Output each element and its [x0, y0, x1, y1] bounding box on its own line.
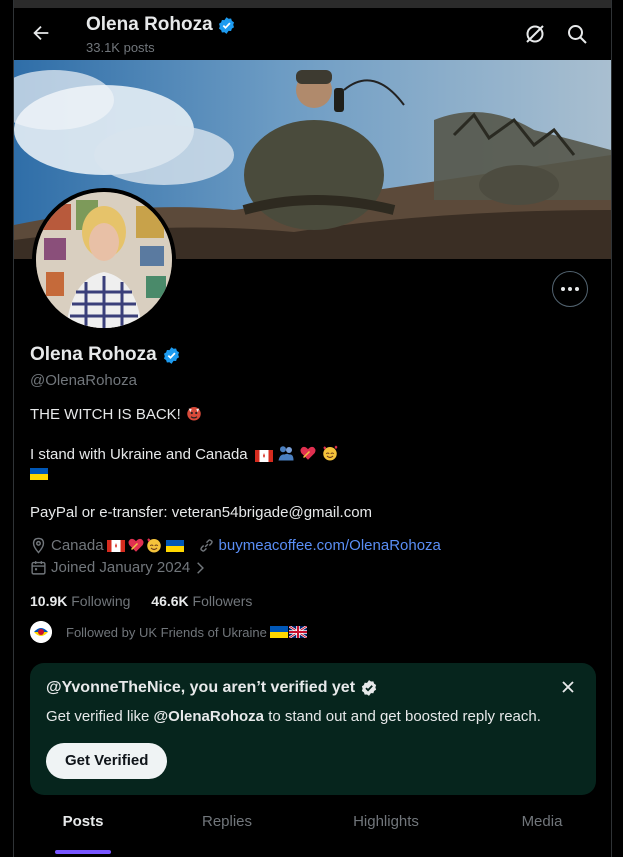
ogre-emoji-icon: [187, 407, 201, 421]
active-tab-indicator: [55, 850, 111, 854]
profile-avatar[interactable]: [32, 188, 176, 332]
verify-card-title: @YvonneTheNice, you aren’t verified yet: [46, 679, 378, 697]
people-hugging-emoji-icon: [278, 446, 294, 461]
verify-prompt-card: @YvonneTheNice, you aren’t verified yet …: [30, 663, 596, 795]
calendar-icon: [31, 561, 46, 575]
bio-line: [30, 464, 48, 481]
bio-line: THE WITCH IS BACK!: [30, 404, 203, 423]
dot-icon: [568, 287, 572, 291]
follow-stats: 10.9K Following 46.6K Followers: [30, 593, 252, 609]
header-name: Olena Rohoza: [86, 14, 236, 36]
heart-ribbon-emoji-icon: [127, 538, 144, 552]
right-border: [611, 0, 623, 857]
followers-link[interactable]: 46.6K Followers: [151, 593, 252, 609]
get-verified-button[interactable]: Get Verified: [46, 743, 168, 779]
bio-line: PayPal or e-transfer: veteran54brigade@g…: [30, 504, 373, 521]
dot-icon: [575, 287, 579, 291]
window-top-bar: [0, 0, 623, 8]
tab-media[interactable]: Media: [509, 802, 575, 857]
website-link[interactable]: buymeacoffee.com/OlenaRohoza: [219, 537, 441, 554]
bio-line: I stand with Ukraine and Canada: [30, 444, 339, 463]
back-arrow-icon[interactable]: [30, 22, 52, 44]
canada-flag-icon: [254, 449, 273, 463]
verified-badge-icon: [218, 16, 234, 34]
ukraine-flag-icon: [269, 626, 288, 638]
heart-ribbon-emoji-icon: [300, 446, 316, 460]
avatar-photo: [36, 192, 172, 328]
close-icon[interactable]: [558, 677, 578, 697]
smiling-hearts-emoji-icon: [323, 445, 338, 461]
ukraine-flag-icon: [165, 539, 184, 552]
more-options-button[interactable]: [552, 271, 588, 307]
followed-by-row[interactable]: Followed by UK Friends of Ukraine: [30, 621, 308, 643]
canada-flag-icon: [106, 539, 125, 552]
tab-posts[interactable]: Posts: [55, 802, 111, 857]
joined-text: Joined January 2024: [51, 559, 191, 576]
left-border: [0, 0, 14, 857]
profile-name: Olena Rohoza: [30, 344, 181, 366]
search-icon[interactable]: [565, 22, 589, 46]
profile-column: Olena Rohoza 33.1K posts Olena Rohoza @O…: [14, 8, 611, 857]
ukraine-flag-icon: [30, 467, 48, 481]
tab-replies[interactable]: Replies: [192, 802, 262, 857]
follower-avatar: [30, 621, 52, 643]
grok-icon[interactable]: [523, 22, 547, 46]
header-post-count: 33.1K posts: [86, 40, 155, 55]
profile-meta: Canada buymeacoffee.com/OlenaRohoza: [30, 536, 441, 554]
profile-handle: @OlenaRohoza: [30, 372, 137, 389]
verify-card-text: Get verified like @OlenaRohoza to stand …: [46, 708, 541, 725]
verified-check-icon: [361, 680, 377, 696]
location-text: Canada: [51, 536, 104, 554]
uk-flag-icon: [288, 625, 308, 639]
profile-tabs: Posts Replies Highlights Media: [14, 802, 611, 857]
link-icon: [199, 538, 213, 552]
smiling-hearts-emoji-icon: [146, 538, 161, 553]
dot-icon: [561, 287, 565, 291]
location-icon: [32, 537, 45, 554]
tab-highlights[interactable]: Highlights: [344, 802, 428, 857]
following-link[interactable]: 10.9K Following: [30, 593, 130, 609]
joined-row: Joined January 2024: [30, 559, 207, 576]
chevron-right-icon[interactable]: [193, 561, 207, 575]
profile-header: Olena Rohoza 33.1K posts: [14, 8, 611, 60]
verified-badge-icon: [163, 346, 179, 364]
